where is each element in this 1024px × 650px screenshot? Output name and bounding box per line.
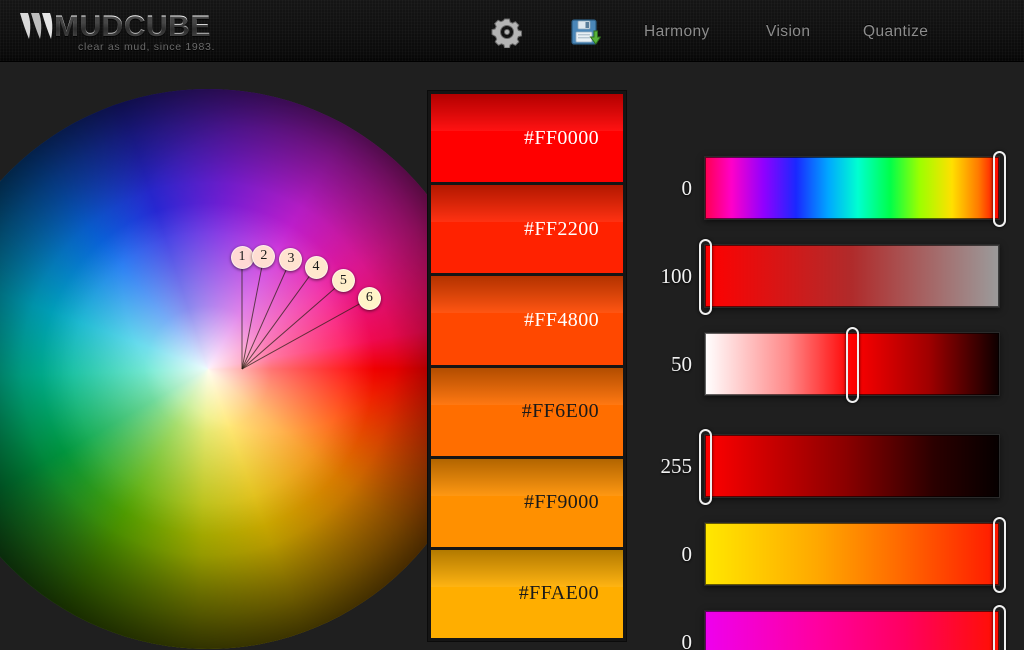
main-stage: 0° 123456 #FF0000#FF2200#FF4800#FF6E00#F…	[0, 62, 1024, 650]
swatch-hex-label: #FF2200	[523, 217, 599, 240]
slider-row-hue: 0	[640, 151, 1024, 227]
slider-track-saturation[interactable]	[698, 239, 1000, 315]
gear-icon[interactable]	[491, 16, 523, 48]
slider-handle-red[interactable]	[698, 429, 712, 505]
slider-panel: 0 100 50 255 0 0	[640, 90, 1024, 650]
slider-row-green: 0	[640, 517, 1024, 593]
app-header: MUDCUBE clear as mud, since 1983. Harmon…	[0, 0, 1024, 64]
slider-value-blue: 0	[681, 629, 693, 650]
swatch-hex-label: #FF4800	[523, 308, 599, 331]
slider-value-red: 255	[660, 453, 693, 478]
logo-title: MUDCUBE	[54, 10, 211, 43]
color-wheel[interactable]: 123456	[0, 89, 488, 649]
harmony-marker-3[interactable]: 3	[279, 247, 303, 271]
nav-item-harmony[interactable]: Harmony	[644, 20, 710, 44]
logo-tagline: clear as mud, since 1983.	[78, 41, 216, 53]
harmony-marker-4[interactable]: 4	[304, 255, 328, 279]
swatch-hex-label: #FF6E00	[521, 400, 599, 423]
swatch-hex-label: #FF0000	[523, 126, 599, 149]
slider-handle-green[interactable]	[992, 517, 1006, 593]
slider-value-saturation: 100	[660, 263, 693, 288]
slider-value-green: 0	[681, 541, 693, 566]
slider-handle-blue[interactable]	[992, 605, 1006, 650]
nav-item-vision[interactable]: Vision	[766, 20, 810, 44]
slider-track-lightness[interactable]	[704, 327, 1000, 403]
swatch-list: #FF0000 #FF2200 #FF4800 #FF6E00 #FF9000 #FFAE…	[427, 90, 627, 642]
swatch-item[interactable]: #FF2200	[431, 185, 623, 274]
nav-item-quantize[interactable]: Quantize	[863, 20, 928, 44]
app-logo: MUDCUBE clear as mud, since 1983.	[18, 8, 218, 54]
color-picker-app: MUDCUBE clear as mud, since 1983. Harmon…	[0, 0, 1024, 650]
slider-handle-hue[interactable]	[992, 151, 1006, 227]
save-icon[interactable]	[569, 16, 601, 48]
slider-value-hue: 0	[681, 175, 693, 200]
slider-handle-lightness[interactable]	[845, 327, 859, 403]
swatch-item[interactable]: #FF9000	[431, 458, 623, 547]
slider-track-green[interactable]	[704, 517, 1006, 593]
swatch-item[interactable]: #FF0000	[431, 94, 623, 183]
swatch-hex-label: #FF9000	[523, 491, 599, 514]
header-nav: Harmony Vision Quantize	[480, 0, 1000, 62]
slider-value-lightness: 50	[671, 351, 692, 376]
slider-track-red[interactable]	[698, 429, 1000, 505]
swatch-hex-label: #FFAE00	[518, 582, 599, 605]
slider-track-hue[interactable]	[704, 151, 1006, 227]
color-wheel-shading	[0, 89, 488, 649]
slider-row-saturation: 100	[640, 239, 1024, 315]
swatch-item[interactable]: #FF6E00	[431, 367, 623, 456]
slider-row-blue: 0	[640, 605, 1024, 650]
swatch-item[interactable]: #FFAE00	[431, 549, 623, 639]
slider-row-red: 255	[640, 429, 1024, 505]
slider-track-blue[interactable]	[704, 605, 1006, 650]
slider-row-lightness: 50	[640, 327, 1024, 403]
swatch-item[interactable]: #FF4800	[431, 276, 623, 365]
harmony-marker-6[interactable]: 6	[357, 286, 381, 310]
harmony-marker-1[interactable]: 1	[230, 245, 254, 269]
slider-handle-saturation[interactable]	[698, 239, 712, 315]
